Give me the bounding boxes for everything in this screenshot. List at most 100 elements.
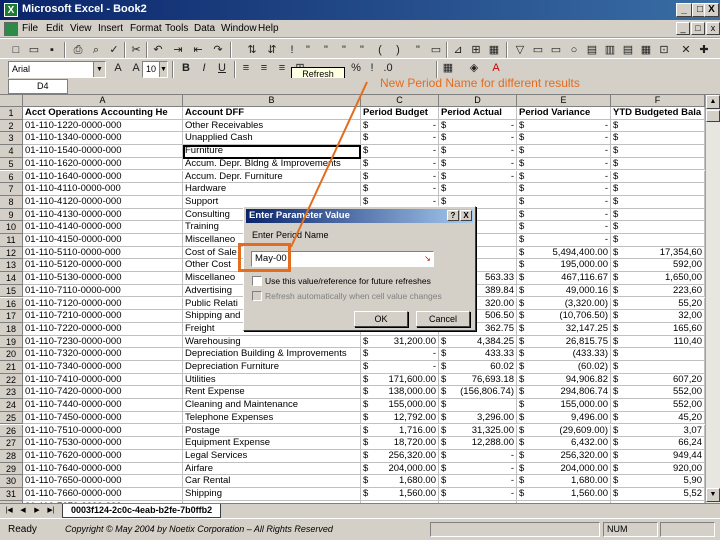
first-sheet-icon[interactable]: |◀ (2, 505, 16, 517)
table-cell[interactable]: $ (611, 361, 705, 374)
row-header[interactable]: 20 (0, 348, 23, 361)
new-icon[interactable]: □ (8, 42, 24, 58)
table-cell[interactable]: Unapplied Cash (183, 132, 361, 146)
table-cell[interactable]: $ (611, 132, 705, 146)
table-cell[interactable]: $ - (361, 348, 439, 361)
tools-icon[interactable]: ✕ (678, 42, 694, 58)
pivot-icon[interactable]: ⊡ (656, 42, 672, 58)
row-header[interactable]: 3 (0, 132, 23, 146)
print-icon[interactable]: ⎙ (70, 42, 86, 58)
table-cell[interactable]: $49,000.16 (517, 284, 611, 298)
columns-icon[interactable]: ▥ (602, 42, 618, 58)
table-cell[interactable]: Other Receivables (183, 119, 361, 133)
table-cell[interactable]: Cleaning and Maintenance (183, 399, 361, 412)
table-cell[interactable]: $ (156,806.74) (439, 386, 517, 400)
menu-edit[interactable]: Edit (46, 23, 63, 34)
table-cell[interactable]: $ - (439, 462, 517, 476)
table-cell[interactable]: Depreciation Building & Improvements (183, 348, 361, 361)
table-cell[interactable]: 01-110-7660-0000-000 (23, 488, 183, 501)
table-cell[interactable]: $165,60 (611, 322, 705, 336)
row-header[interactable]: 27 (0, 437, 23, 450)
menu-help[interactable]: Help (258, 23, 279, 34)
table-cell[interactable]: $ - (361, 119, 439, 133)
row-header[interactable]: 6 (0, 170, 23, 184)
table-cell[interactable]: $ (611, 195, 705, 209)
table-cell[interactable]: $ - (361, 183, 439, 196)
underline-icon[interactable]: U (214, 60, 230, 76)
table-cell[interactable]: $ - (517, 183, 611, 196)
font-name-combo[interactable]: Arial ▼ (8, 61, 106, 78)
quote-icon[interactable]: " (300, 42, 316, 58)
table-cell[interactable]: 01-110-7120-0000-000 (23, 297, 183, 311)
table-cell[interactable]: $ - (361, 145, 439, 158)
font-size-combo[interactable]: 10 ▼ (142, 61, 168, 78)
table-cell[interactable]: $ (433.33) (517, 348, 611, 361)
quote-icon[interactable]: " (336, 42, 352, 58)
table-cell[interactable]: 01-110-7650-0000-000 (23, 475, 183, 488)
table-cell[interactable]: $ (611, 234, 705, 247)
font-color-icon[interactable]: A (488, 60, 504, 76)
table-cell[interactable]: $5,90 (611, 475, 705, 488)
column-header[interactable]: E (517, 95, 611, 107)
table-cell[interactable]: $1,560.00 (361, 488, 439, 501)
column-header[interactable]: B (183, 95, 361, 107)
row-header[interactable]: 28 (0, 449, 23, 463)
table-cell[interactable]: $171,600.00 (361, 373, 439, 387)
cell-reference-icon[interactable]: ↘ (422, 252, 433, 265)
save-icon[interactable]: ▪ (44, 42, 60, 58)
table-cell[interactable]: 01-110-7220-0000-000 (23, 322, 183, 336)
table-cell[interactable]: $ (611, 183, 705, 196)
table-cell[interactable]: $60.02 (439, 361, 517, 374)
table-cell[interactable]: $ (439, 399, 517, 412)
bold-quote-icon[interactable]: " (410, 42, 426, 58)
table-cell[interactable]: $94,906.82 (517, 373, 611, 387)
row-header[interactable]: 4 (0, 145, 23, 158)
table-cell[interactable]: 01-110-7620-0000-000 (23, 449, 183, 463)
table-cell[interactable]: 01-110-5110-0000-000 (23, 246, 183, 260)
parens-icon[interactable]: ( (372, 42, 388, 58)
bold-icon[interactable]: B (178, 60, 194, 76)
fill-color-icon[interactable]: ◈ (466, 60, 482, 76)
chart-wizard-icon[interactable]: ⊿ (450, 42, 466, 58)
menu-view[interactable]: View (70, 23, 92, 34)
circle-icon[interactable]: ○ (566, 42, 582, 58)
borders-icon[interactable]: ▦ (440, 60, 456, 76)
table-cell[interactable]: 01-110-1640-0000-000 (23, 170, 183, 184)
table-cell[interactable]: Hardware (183, 183, 361, 196)
table-cell[interactable]: 01-110-7450-0000-000 (23, 411, 183, 425)
row-header[interactable]: 25 (0, 411, 23, 425)
table-cell[interactable]: $552,00 (611, 386, 705, 400)
row-header[interactable]: 13 (0, 259, 23, 273)
table-cell[interactable]: $ (611, 157, 705, 171)
menu-format[interactable]: Format (130, 23, 162, 34)
exclamation-icon[interactable]: ! (284, 42, 300, 58)
table-cell[interactable]: $1,716.00 (361, 424, 439, 438)
quote-icon[interactable]: " (318, 42, 334, 58)
header-cell[interactable]: Period Variance (517, 107, 611, 120)
redo-icon[interactable]: ↷ (210, 42, 226, 58)
table-cell[interactable]: 01-110-7440-0000-000 (23, 399, 183, 412)
table-cell[interactable]: 01-110-5130-0000-000 (23, 272, 183, 285)
table-cell[interactable]: $155,000.00 (361, 399, 439, 412)
sort-desc-icon[interactable]: ⇵ (264, 42, 280, 58)
table-cell[interactable]: $ - (439, 449, 517, 463)
row-header[interactable]: 10 (0, 221, 23, 234)
column-header[interactable]: A (23, 95, 183, 107)
doc-restore-button[interactable]: □ (691, 22, 705, 35)
sheet-tab[interactable]: 0003f124-2c0c-4eab-b2fe-7b0ffb2 (62, 504, 222, 518)
help-icon[interactable]: ✚ (696, 42, 712, 58)
row-header[interactable]: 17 (0, 310, 23, 323)
table-cell[interactable]: $ - (439, 145, 517, 158)
table-cell[interactable]: $467,116.67 (517, 272, 611, 285)
indent-icon[interactable]: ⇥ (170, 42, 186, 58)
row-header[interactable]: 11 (0, 234, 23, 247)
table-cell[interactable]: 01-110-7210-0000-000 (23, 310, 183, 323)
table-cell[interactable]: $3,07 (611, 424, 705, 438)
table-cell[interactable]: $552,00 (611, 399, 705, 412)
table-cell[interactable]: Legal Services (183, 449, 361, 463)
table-cell[interactable]: $ - (517, 132, 611, 146)
row-header[interactable]: 1 (0, 107, 23, 120)
table-cell[interactable]: $9,496.00 (517, 411, 611, 425)
table-cell[interactable]: $31,200.00 (361, 335, 439, 349)
table-cell[interactable]: Warehousing (183, 335, 361, 349)
